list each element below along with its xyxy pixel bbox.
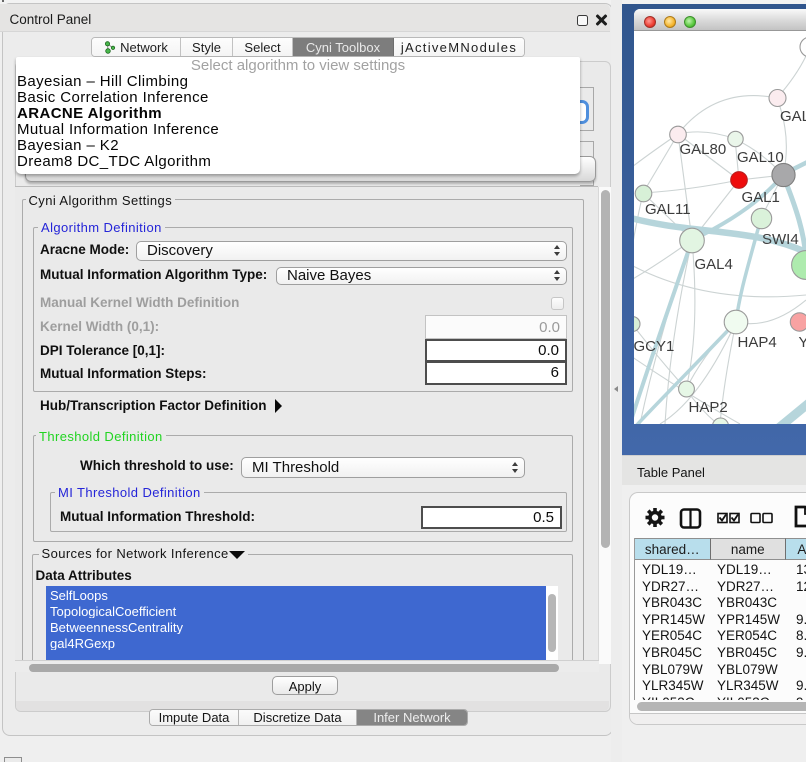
svg-text:GAL11: GAL11 <box>645 201 691 218</box>
svg-text:GCY1: GCY1 <box>634 338 674 355</box>
svg-text:GAL2: GAL2 <box>780 108 806 125</box>
svg-text:GAL10: GAL10 <box>737 149 784 166</box>
svg-text:HAP2: HAP2 <box>689 399 728 416</box>
svg-text:GAL4: GAL4 <box>695 256 733 273</box>
svg-text:GAL80: GAL80 <box>680 141 727 158</box>
svg-text:SWI4: SWI4 <box>762 231 799 248</box>
svg-text:GAL1: GAL1 <box>742 189 780 206</box>
svg-text:Y: Y <box>799 334 806 351</box>
svg-text:HAP4: HAP4 <box>738 334 777 351</box>
